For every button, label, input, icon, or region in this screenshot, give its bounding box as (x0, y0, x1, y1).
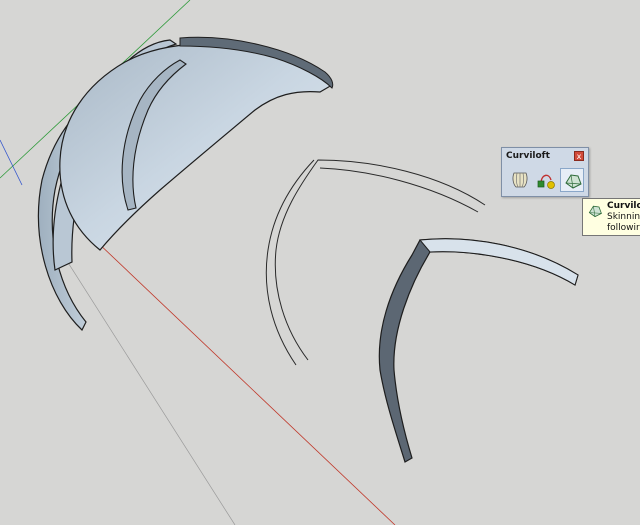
close-button[interactable]: x (574, 151, 584, 161)
tooltip-description-line: followir (607, 223, 640, 233)
solid-strip-contour[interactable] (378, 238, 579, 463)
curviloft-toolbar[interactable]: Curviloft x (501, 147, 589, 197)
tooltip-title: Curvilof (607, 201, 640, 211)
toolbar-title: Curviloft (506, 151, 550, 161)
sketchup-3d-viewport[interactable] (0, 0, 640, 525)
curved-surface (59, 43, 333, 251)
tooltip-description-line: Skinnin (607, 212, 640, 222)
grey-guide-line (59, 249, 236, 525)
skinning-contours-icon (588, 205, 602, 218)
tooltip: Curvilof Skinnin followir (582, 198, 640, 236)
skinning-contours-icon (565, 174, 582, 189)
loft-by-spline-icon (512, 172, 528, 188)
loft-by-spline-button[interactable] (508, 168, 532, 192)
blue-axis (0, 139, 23, 186)
skinning-contours-button[interactable] (560, 168, 584, 192)
skinning-path-icon (537, 174, 555, 189)
wire-contour[interactable] (265, 159, 486, 366)
red-axis (94, 239, 396, 525)
skinning-path-button[interactable] (534, 168, 558, 192)
